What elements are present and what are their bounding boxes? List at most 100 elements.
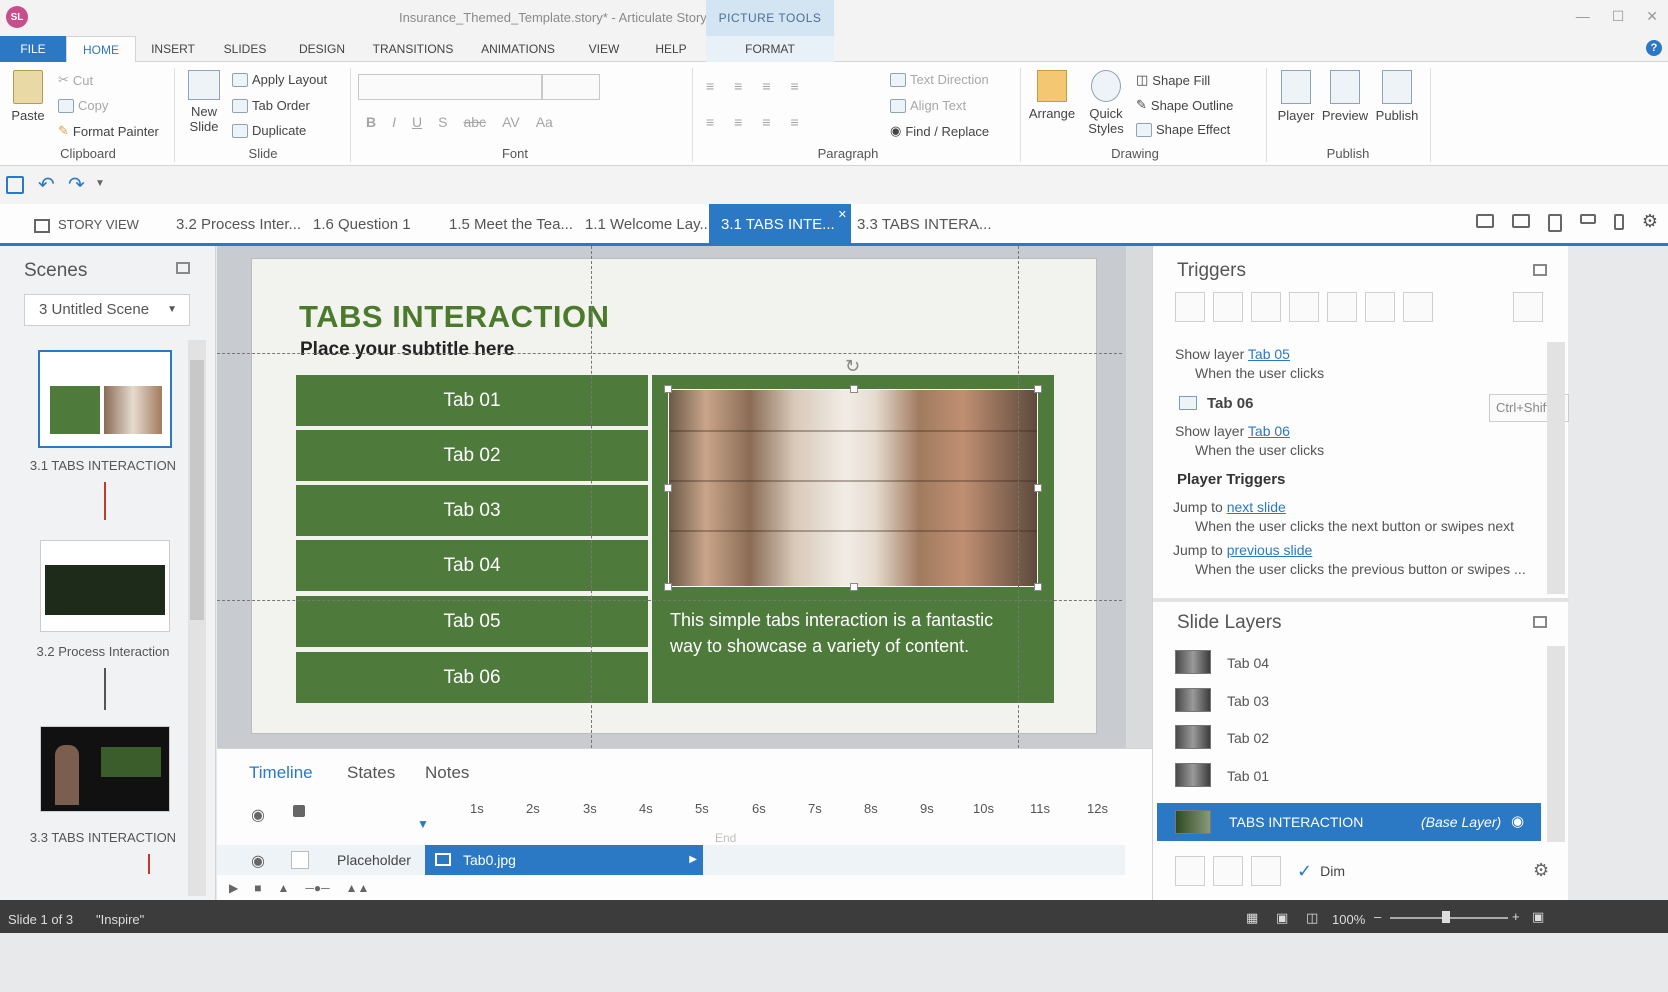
tab-insert[interactable]: INSERT: [140, 36, 206, 62]
trigger-target-link[interactable]: next slide: [1227, 499, 1286, 515]
zoom-slider-thumb[interactable]: [1442, 911, 1450, 923]
phone-portrait-icon[interactable]: [1613, 214, 1624, 230]
numbering-icon[interactable]: ≡: [734, 78, 742, 94]
tab-button-02[interactable]: Tab 02: [296, 430, 648, 481]
canvas-scrollbar[interactable]: [1126, 246, 1152, 748]
timeline-ruler[interactable]: 1s 2s 3s 4s 5s 6s 7s 8s 9s 10s 11s 12s: [427, 801, 1127, 831]
shape-fill-button[interactable]: ◫ Shape Fill: [1136, 72, 1210, 88]
layer-row[interactable]: Tab 02: [1175, 721, 1555, 755]
tab-help[interactable]: HELP: [646, 36, 696, 62]
delete-layer-icon[interactable]: [1251, 856, 1281, 886]
zoom-out-icon[interactable]: –: [1374, 909, 1381, 924]
bold-icon[interactable]: B: [366, 114, 376, 130]
close-icon[interactable]: ✕: [1646, 8, 1658, 25]
undo-icon[interactable]: ↶: [38, 172, 55, 197]
trigger-variables-icon[interactable]: [1513, 292, 1543, 322]
align-text-button[interactable]: Align Text: [890, 98, 966, 113]
player-button[interactable]: Player: [1272, 70, 1320, 123]
scenes-scrollbar[interactable]: [188, 340, 206, 896]
doc-tab-1-6[interactable]: 1.6 Question 1: [313, 204, 411, 243]
story-view-tab[interactable]: STORY VIEW: [34, 204, 139, 243]
doc-tab-3-1-active[interactable]: 3.1 TABS INTE... ✕: [709, 204, 851, 243]
underline-icon[interactable]: U: [412, 114, 422, 130]
tab-design[interactable]: DESIGN: [290, 36, 354, 62]
align-center-icon[interactable]: ≡: [734, 114, 742, 130]
chevron-right-icon[interactable]: ▶: [689, 845, 697, 875]
states-tab[interactable]: States: [347, 763, 395, 783]
resize-handle[interactable]: [1034, 484, 1042, 492]
format-painter-button[interactable]: ✎ Format Painter: [58, 123, 159, 139]
phone-landscape-icon[interactable]: [1579, 214, 1596, 224]
paste-button[interactable]: Paste: [6, 70, 50, 123]
arrange-button[interactable]: Arrange: [1026, 70, 1078, 121]
layer-row[interactable]: Tab 01: [1175, 759, 1555, 793]
justify-icon[interactable]: ≡: [791, 114, 799, 130]
doc-tab-1-1[interactable]: 1.1 Welcome Lay...: [585, 204, 712, 243]
preview-view-icon[interactable]: ◫: [1306, 910, 1318, 926]
new-layer-icon[interactable]: [1175, 856, 1205, 886]
italic-icon[interactable]: I: [392, 114, 396, 130]
normal-view-icon[interactable]: ▣: [1276, 910, 1288, 926]
timeline-object-bar[interactable]: Tab0.jpg ▶: [425, 845, 703, 875]
rotate-handle-icon[interactable]: ↻: [845, 356, 860, 377]
street-photo[interactable]: ↻: [664, 356, 1042, 591]
resize-handle[interactable]: [1034, 385, 1042, 393]
new-slide-button[interactable]: New Slide: [182, 70, 226, 134]
timeline-tab[interactable]: Timeline: [249, 763, 313, 783]
slide-thumbnail-3-1[interactable]: [38, 350, 172, 448]
slide-subtitle[interactable]: Place your subtitle here: [300, 339, 514, 361]
doc-tab-1-5[interactable]: 1.5 Meet the Tea...: [449, 204, 573, 243]
resize-handle[interactable]: [1034, 583, 1042, 591]
trigger-target-link[interactable]: Tab 05: [1248, 346, 1290, 362]
tab-button-05[interactable]: Tab 05: [296, 596, 648, 647]
duplicate-button[interactable]: Duplicate: [232, 123, 306, 138]
scrollbar-thumb[interactable]: [190, 360, 204, 620]
layer-settings-gear-icon[interactable]: ⚙: [1533, 860, 1549, 881]
triggers-scrollbar[interactable]: [1547, 342, 1565, 594]
doc-tab-3-3[interactable]: 3.3 TABS INTERA...: [857, 204, 992, 243]
playhead-icon[interactable]: ▼: [417, 817, 429, 831]
cut-button[interactable]: ✂ Cut: [58, 72, 93, 88]
close-tab-icon[interactable]: ✕: [838, 194, 847, 236]
desktop-icon[interactable]: [1475, 214, 1494, 228]
trigger-target-link[interactable]: previous slide: [1227, 542, 1313, 558]
eye-icon[interactable]: ◉: [1511, 812, 1524, 830]
panel-float-icon[interactable]: [1533, 264, 1547, 276]
trigger-jump-prev[interactable]: Jump to previous slide: [1173, 542, 1312, 558]
apply-layout-button[interactable]: Apply Layout: [232, 72, 327, 87]
publish-button[interactable]: Publish: [1372, 70, 1422, 123]
find-replace-button[interactable]: ◉ Find / Replace: [890, 123, 989, 139]
base-layer-row[interactable]: TABS INTERACTION (Base Layer) ◉: [1157, 803, 1541, 841]
tab-format[interactable]: FORMAT: [706, 36, 834, 62]
layer-row[interactable]: Tab 03: [1175, 684, 1555, 718]
minimize-icon[interactable]: —: [1576, 8, 1590, 25]
customize-dropdown-icon[interactable]: ▼: [95, 178, 105, 189]
trigger-object-tab06[interactable]: Tab 06: [1207, 395, 1253, 412]
copy-trigger-icon[interactable]: [1251, 292, 1281, 322]
trigger-show-layer-tab05[interactable]: Show layer Tab 05: [1175, 346, 1290, 362]
change-case-icon[interactable]: Aa: [536, 114, 553, 130]
shadow-icon[interactable]: S: [438, 114, 447, 130]
tab-button-03[interactable]: Tab 03: [296, 485, 648, 536]
stop-icon[interactable]: ■: [254, 881, 261, 895]
resize-handle[interactable]: [850, 385, 858, 393]
trigger-show-layer-tab06[interactable]: Show layer Tab 06: [1175, 423, 1290, 439]
text-direction-button[interactable]: Text Direction: [890, 72, 989, 87]
zoom-in-icon[interactable]: ▲▲: [346, 881, 370, 895]
timeline-row-placeholder[interactable]: ◉ Placeholder Tab0.jpg ▶: [217, 845, 1125, 875]
edit-trigger-icon[interactable]: [1213, 292, 1243, 322]
row-visibility-eye-icon[interactable]: ◉: [251, 851, 265, 871]
fit-to-window-icon[interactable]: ▣: [1532, 909, 1544, 925]
panel-float-icon[interactable]: [1533, 616, 1547, 628]
maximize-icon[interactable]: ☐: [1612, 8, 1625, 25]
tab-slides[interactable]: SLIDES: [214, 36, 276, 62]
bullets-icon[interactable]: ≡: [706, 78, 714, 94]
preview-button[interactable]: Preview: [1320, 70, 1370, 123]
play-icon[interactable]: ▶: [229, 881, 238, 895]
align-right-icon[interactable]: ≡: [762, 114, 770, 130]
tab-button-06[interactable]: Tab 06: [296, 652, 648, 703]
content-text[interactable]: This simple tabs interaction is a fantas…: [670, 607, 1030, 659]
layers-scrollbar[interactable]: [1547, 646, 1565, 842]
align-left-icon[interactable]: ≡: [706, 114, 714, 130]
tab-file[interactable]: FILE: [0, 36, 66, 62]
